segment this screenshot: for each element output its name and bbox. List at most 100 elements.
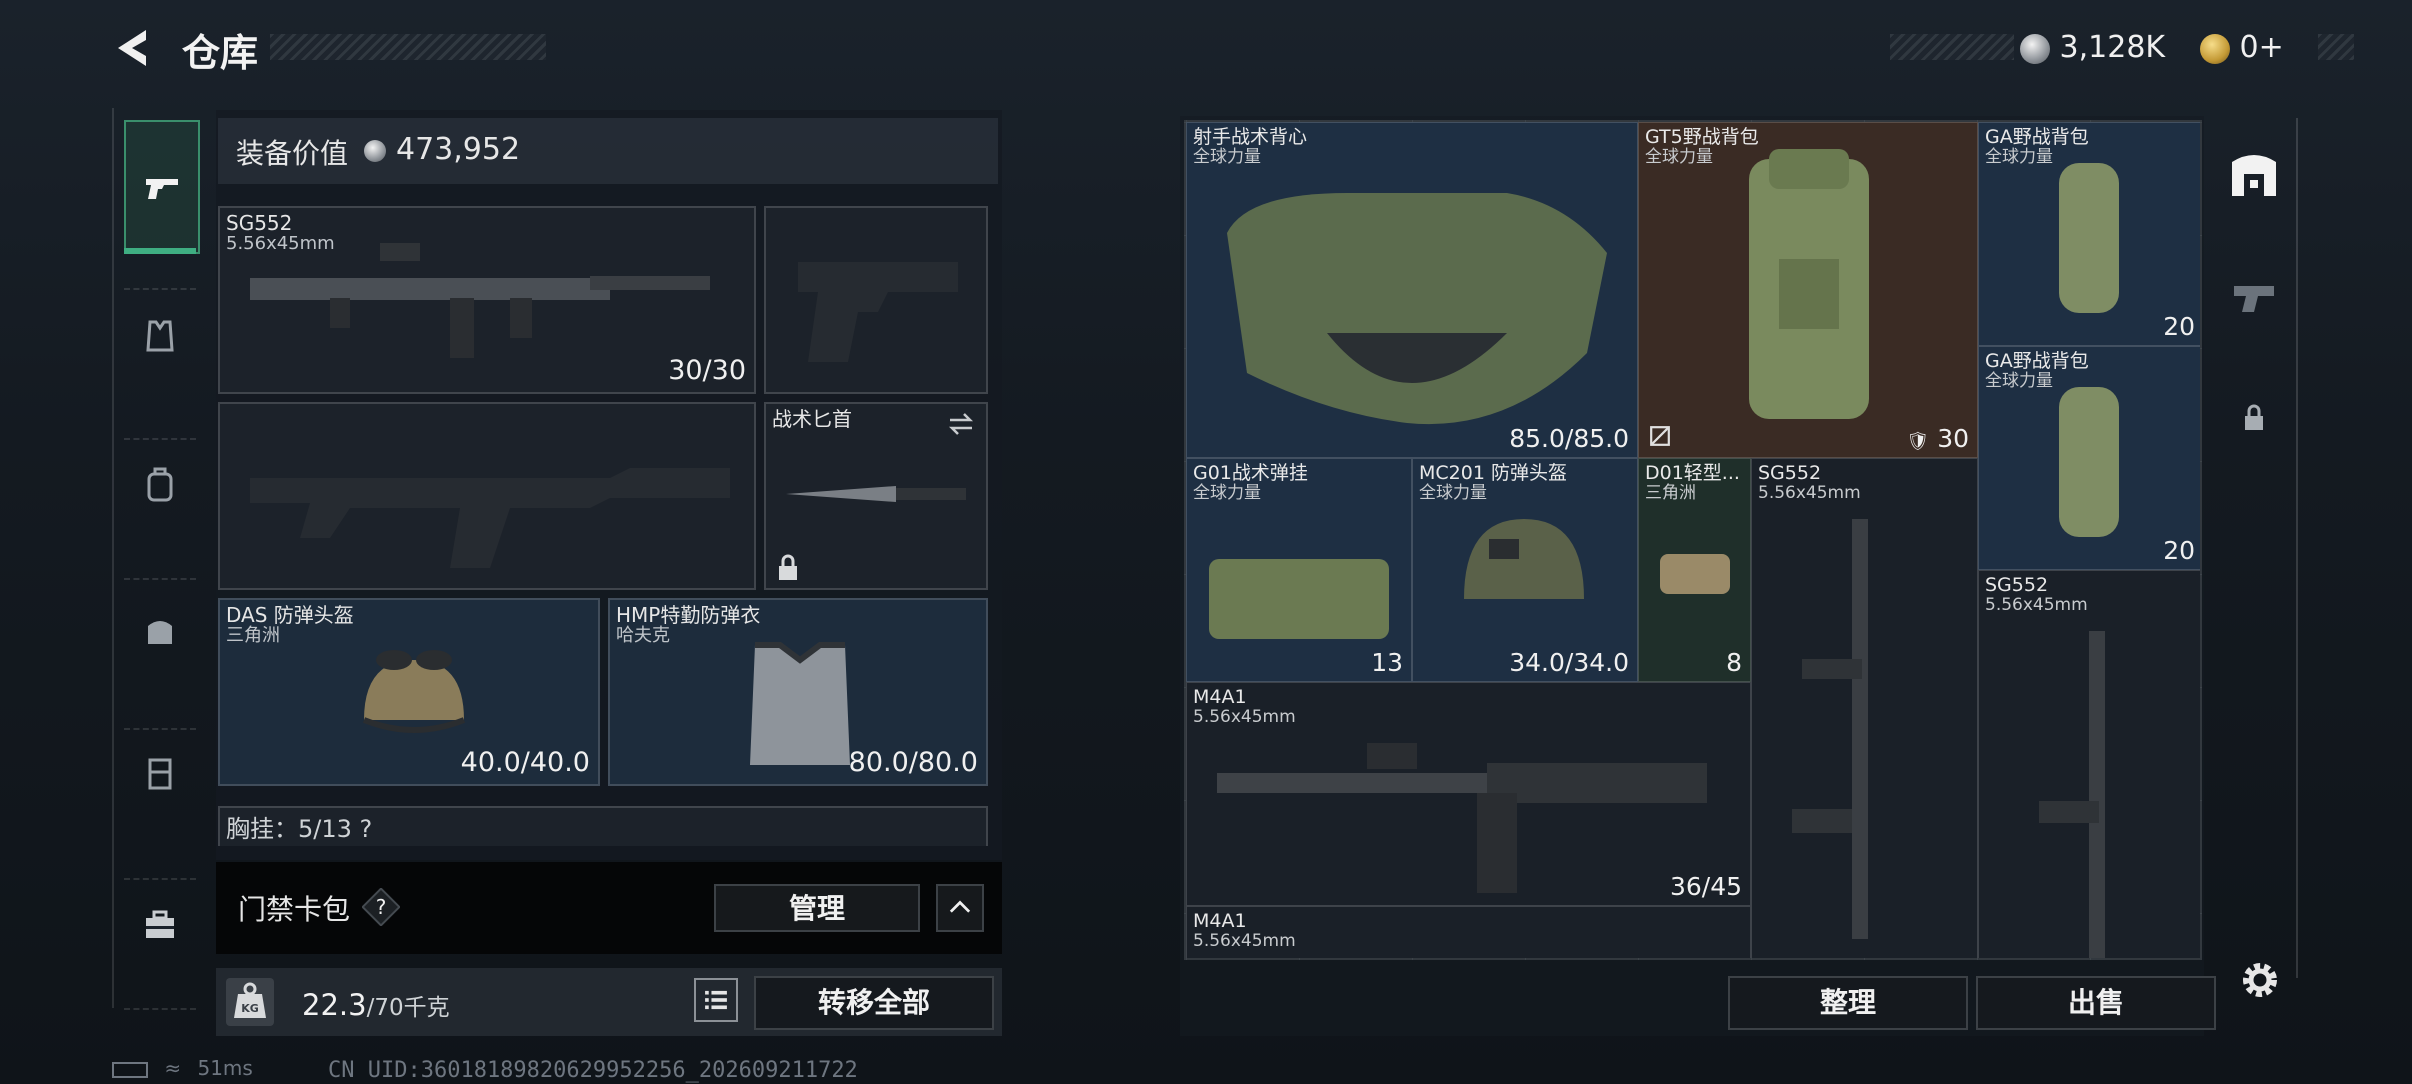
storage-item[interactable]: D01轻型... 三角洲 8: [1638, 458, 1751, 682]
pouch-icon: [1660, 554, 1730, 594]
manage-button[interactable]: 管理: [714, 884, 920, 932]
rifle-icon: [1217, 743, 1707, 893]
silver-amount: 3,128K: [2059, 30, 2166, 65]
storage-item[interactable]: GA野战背包 全球力量 20: [1978, 122, 2200, 346]
ping-value: 51ms: [197, 1056, 253, 1080]
item-brand: 全球力量: [1193, 147, 1261, 167]
item-capacity: 20: [2163, 536, 2195, 565]
category-toolbox[interactable]: [124, 888, 196, 960]
item-brand: 全球力量: [1193, 483, 1261, 503]
helmet-icon: [1464, 519, 1584, 599]
storage-item[interactable]: SG552 5.56x45mm: [1751, 458, 1978, 958]
weight-current: 22.3: [302, 988, 367, 1022]
item-capacity: 8: [1726, 648, 1742, 677]
status-bar: ≈ 51ms: [112, 1056, 253, 1080]
storage-item[interactable]: G01战术弹挂 全球力量 13: [1186, 458, 1412, 682]
slot-item-brand: 三角洲: [226, 625, 280, 646]
gear-icon[interactable]: [2236, 956, 2284, 1004]
item-capacity: 13: [1371, 648, 1403, 677]
secondary-weapon-slot-empty[interactable]: [218, 402, 756, 590]
warehouse-icon[interactable]: [2228, 148, 2280, 200]
category-backpack[interactable]: [124, 448, 196, 520]
silver-coin-icon: [2020, 33, 2050, 64]
armor-slot[interactable]: HMP特勤防弹衣 哈夫克 80.0/80.0: [608, 598, 988, 786]
storage-tab-bar: [2210, 118, 2298, 978]
weapon-tab-icon[interactable]: [2228, 278, 2280, 318]
help-icon[interactable]: ?: [362, 888, 400, 926]
storage-item[interactable]: MC201 防弹头盔 全球力量 34.0/34.0: [1412, 458, 1638, 682]
storage-item[interactable]: M4A1 5.56x45mm 36/45: [1186, 682, 1751, 906]
storage-item[interactable]: GT5野战背包 全球力量 🛡 30: [1638, 122, 1978, 458]
svg-text:KG: KG: [241, 1002, 259, 1015]
sort-button[interactable]: 整理: [1728, 976, 1968, 1030]
user-uid: CN UID:36018189820629952256_202609211722: [328, 1058, 858, 1083]
category-container[interactable]: [124, 738, 196, 810]
chest-rig-row[interactable]: 胸挂：5/13 ?: [218, 806, 988, 846]
storage-item[interactable]: 射手战术背心 全球力量 85.0/85.0: [1186, 122, 1638, 458]
item-brand: 5.56x45mm: [1193, 931, 1296, 951]
storage-item[interactable]: SG552 5.56x45mm: [1978, 570, 2200, 958]
vest-icon: [146, 320, 174, 352]
storage-item[interactable]: M4A1 5.56x45mm: [1186, 906, 1751, 958]
item-durability: 85.0/85.0: [1509, 424, 1629, 453]
primary-weapon-slot[interactable]: SG552 5.56x45mm 30/30: [218, 206, 756, 394]
weight-max: /70千克: [366, 995, 450, 1021]
gold-currency[interactable]: 0+: [2200, 30, 2284, 65]
chevron-up-icon[interactable]: [936, 884, 984, 932]
item-name: MC201 防弹头盔: [1419, 462, 1567, 484]
lock-icon: [779, 554, 797, 580]
equipment-value: 473,952: [396, 132, 521, 167]
back-arrow-icon[interactable]: [112, 26, 156, 70]
chest-rig-label: 胸挂：5/13 ?: [226, 815, 373, 843]
category-bag[interactable]: [124, 594, 196, 666]
rifle-vertical-icon: [1792, 519, 1868, 939]
item-name: G01战术弹挂: [1193, 462, 1308, 484]
durability: 80.0/80.0: [848, 747, 978, 778]
item-name: SG552: [1985, 574, 2049, 596]
rifle-icon: [250, 243, 710, 358]
no-insure-icon: [1650, 426, 1670, 446]
battery-icon: [112, 1061, 148, 1078]
item-brand: 5.56x45mm: [1985, 595, 2088, 615]
weight-kg-icon: KG: [226, 978, 274, 1026]
gold-coin-icon: [2200, 33, 2230, 64]
list-icon[interactable]: [694, 978, 738, 1022]
ammo-count: 36/45: [1669, 872, 1742, 901]
capacity-icon: 🛡: [1906, 431, 1930, 452]
category-vest[interactable]: [124, 300, 196, 372]
armor-vest-icon: [750, 642, 850, 765]
storage-item[interactable]: GA野战背包 全球力量 20: [1978, 346, 2200, 570]
container-icon: [148, 758, 172, 790]
divider: [124, 878, 196, 880]
helmet-slot[interactable]: DAS 防弹头盔 三角洲 40.0/40.0: [218, 598, 600, 786]
currency-decoration-right: [2318, 34, 2354, 60]
storage-grid: 射手战术背心 全球力量 85.0/85.0 GT5野战背包 全球力量 🛡 30 …: [1184, 120, 2202, 960]
divider: [124, 728, 196, 730]
pistol-icon: [146, 179, 178, 199]
item-name: D01轻型...: [1645, 462, 1740, 484]
backpack-icon: [1749, 149, 1869, 419]
divider: [124, 1008, 196, 1010]
item-capacity: 🛡 30: [1906, 424, 1969, 453]
lock-icon[interactable]: [2242, 404, 2266, 432]
duffel-bag-icon: [2059, 163, 2119, 313]
backpack-icon: [147, 467, 173, 502]
swap-icon[interactable]: [946, 412, 976, 436]
item-name: 射手战术背心: [1193, 126, 1308, 148]
item-brand: 全球力量: [1985, 147, 2053, 167]
pistol-silhouette-icon: [798, 262, 958, 362]
sell-button[interactable]: 出售: [1976, 976, 2216, 1030]
pistol-slot-empty[interactable]: [764, 206, 988, 394]
slot-item-name: 战术匕首: [772, 407, 852, 431]
gold-amount: 0+: [2239, 30, 2284, 65]
melee-slot[interactable]: 战术匕首: [764, 402, 988, 590]
svg-text:?: ?: [376, 895, 387, 919]
bag-icon: [148, 621, 172, 644]
tactical-vest-icon: [1227, 193, 1607, 425]
silver-currency[interactable]: 3,128K: [2020, 30, 2165, 65]
divider: [124, 578, 196, 580]
category-weapons[interactable]: [124, 120, 200, 254]
transfer-all-button[interactable]: 转移全部: [754, 976, 994, 1030]
keycard-pack-label: 门禁卡包: [238, 893, 351, 926]
item-brand: 全球力量: [1985, 371, 2053, 391]
